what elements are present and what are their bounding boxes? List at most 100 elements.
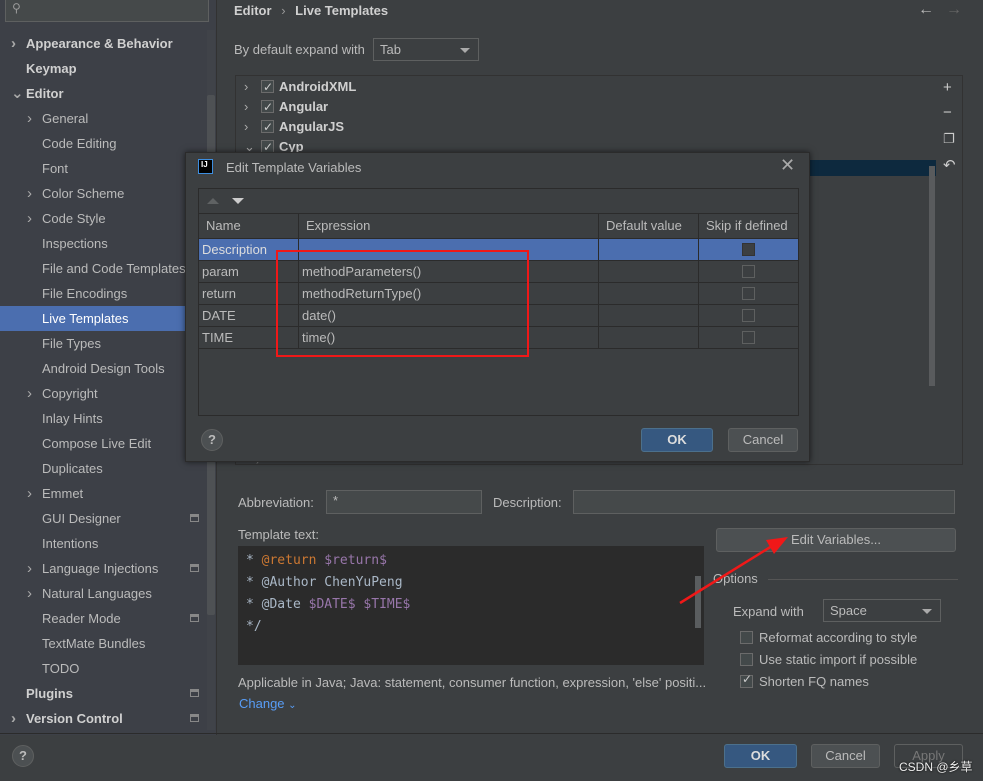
variable-name[interactable]: Description bbox=[199, 239, 299, 260]
sidebar-item-color-scheme[interactable]: › Color Scheme bbox=[0, 181, 207, 206]
variable-default-value[interactable] bbox=[599, 261, 699, 282]
chevron-right-icon[interactable]: › bbox=[27, 106, 32, 131]
sidebar-item-android-design-tools[interactable]: Android Design Tools bbox=[0, 356, 207, 381]
template-group-androidxml[interactable]: › AndroidXML bbox=[244, 77, 356, 97]
column-header-default[interactable]: Default value bbox=[599, 214, 699, 238]
dialog-help-button[interactable]: ? bbox=[201, 429, 223, 451]
sidebar-item-compose-live-edit[interactable]: Compose Live Edit bbox=[0, 431, 207, 456]
sidebar-item-textmate-bundles[interactable]: TextMate Bundles bbox=[0, 631, 207, 656]
sidebar-item-code-editing[interactable]: Code Editing bbox=[0, 131, 207, 156]
variable-default-value[interactable] bbox=[599, 283, 699, 304]
column-header-skip[interactable]: Skip if defined bbox=[699, 214, 799, 238]
skip-if-defined-checkbox[interactable] bbox=[742, 331, 755, 344]
move-up-icon[interactable] bbox=[207, 198, 219, 204]
variable-row[interactable]: return methodReturnType() bbox=[199, 283, 798, 305]
variable-row[interactable]: TIME time() bbox=[199, 327, 798, 349]
column-header-expression[interactable]: Expression bbox=[299, 214, 599, 238]
sidebar-item-inspections[interactable]: Inspections bbox=[0, 231, 207, 256]
back-arrow-icon[interactable]: ← bbox=[918, 1, 934, 19]
skip-if-defined-checkbox[interactable] bbox=[742, 287, 755, 300]
add-icon[interactable]: + bbox=[943, 79, 952, 96]
help-button[interactable]: ? bbox=[12, 745, 34, 767]
chevron-right-icon[interactable]: › bbox=[27, 556, 32, 581]
variable-default-value[interactable] bbox=[599, 327, 699, 348]
variable-name[interactable]: return bbox=[199, 283, 299, 304]
sidebar-item-plugins[interactable]: Plugins bbox=[0, 681, 207, 706]
variable-default-value[interactable] bbox=[599, 305, 699, 326]
variable-expression[interactable]: date() bbox=[299, 305, 599, 326]
tree-scrollbar[interactable] bbox=[929, 166, 935, 386]
ok-button[interactable]: OK bbox=[724, 744, 797, 768]
close-icon[interactable]: ✕ bbox=[780, 155, 795, 176]
change-contexts-link[interactable]: Change ⌄ bbox=[239, 696, 297, 711]
sidebar-item-inlay-hints[interactable]: Inlay Hints bbox=[0, 406, 207, 431]
group-checkbox[interactable] bbox=[261, 97, 274, 117]
group-checkbox[interactable] bbox=[261, 77, 274, 97]
chevron-icon[interactable]: › bbox=[244, 77, 261, 97]
option-shorten-fq-names[interactable]: Shorten FQ names bbox=[740, 672, 869, 689]
expand-with-select[interactable]: Space bbox=[823, 599, 941, 622]
option-checkbox[interactable] bbox=[740, 653, 753, 666]
editor-scrollbar[interactable] bbox=[695, 576, 701, 628]
variable-name[interactable]: param bbox=[199, 261, 299, 282]
description-input[interactable] bbox=[573, 490, 955, 514]
skip-if-defined-checkbox[interactable] bbox=[742, 265, 755, 278]
variable-name[interactable]: TIME bbox=[199, 327, 299, 348]
sidebar-item-natural-languages[interactable]: › Natural Languages bbox=[0, 581, 207, 606]
sidebar-item-live-templates[interactable]: Live Templates bbox=[0, 306, 207, 331]
sidebar-item-language-injections[interactable]: › Language Injections bbox=[0, 556, 207, 581]
template-text-editor[interactable]: * @return $return$ * @Author ChenYuPeng * … bbox=[238, 546, 704, 665]
template-group-angularjs[interactable]: › AngularJS bbox=[244, 117, 344, 137]
sidebar-item-code-style[interactable]: › Code Style bbox=[0, 206, 207, 231]
sidebar-item-intentions[interactable]: Intentions bbox=[0, 531, 207, 556]
chevron-right-icon[interactable]: › bbox=[11, 706, 16, 731]
expand-default-select[interactable]: Tab bbox=[373, 38, 479, 61]
chevron-down-icon[interactable]: ⌄ bbox=[11, 81, 24, 106]
sidebar-item-file-and-code-templates[interactable]: File and Code Templates bbox=[0, 256, 207, 281]
selected-tree-row[interactable] bbox=[796, 160, 936, 176]
chevron-right-icon[interactable]: › bbox=[27, 581, 32, 606]
sidebar-item-general[interactable]: › General bbox=[0, 106, 207, 131]
variable-expression[interactable]: methodParameters() bbox=[299, 261, 599, 282]
sidebar-item-version-control[interactable]: › Version Control bbox=[0, 706, 207, 731]
chevron-right-icon[interactable]: › bbox=[27, 181, 32, 206]
option-checkbox[interactable] bbox=[740, 631, 753, 644]
remove-icon[interactable]: − bbox=[943, 104, 952, 121]
column-header-name[interactable]: Name bbox=[199, 214, 299, 238]
edit-variables-button[interactable]: Edit Variables... bbox=[716, 528, 956, 552]
chevron-icon[interactable]: › bbox=[244, 97, 261, 117]
chevron-right-icon[interactable]: › bbox=[27, 206, 32, 231]
variable-expression[interactable]: methodReturnType() bbox=[299, 283, 599, 304]
skip-if-defined-checkbox[interactable] bbox=[742, 309, 755, 322]
sidebar-item-editor[interactable]: ⌄ Editor bbox=[0, 81, 207, 106]
sidebar-item-keymap[interactable]: Keymap bbox=[0, 56, 207, 81]
option-reformat-according-to-style[interactable]: Reformat according to style bbox=[740, 630, 917, 645]
copy-icon[interactable]: ❐ bbox=[943, 131, 955, 147]
variable-expression[interactable]: time() bbox=[299, 327, 599, 348]
sidebar-item-reader-mode[interactable]: Reader Mode bbox=[0, 606, 207, 631]
cancel-button[interactable]: Cancel bbox=[811, 744, 880, 768]
chevron-icon[interactable]: › bbox=[244, 117, 261, 137]
sidebar-item-file-encodings[interactable]: File Encodings bbox=[0, 281, 207, 306]
abbreviation-input[interactable]: * bbox=[326, 490, 482, 514]
variable-row[interactable]: DATE date() bbox=[199, 305, 798, 327]
variable-row[interactable]: param methodParameters() bbox=[199, 261, 798, 283]
breadcrumb-parent[interactable]: Editor bbox=[234, 3, 272, 18]
sidebar-item-duplicates[interactable]: Duplicates bbox=[0, 456, 207, 481]
sidebar-item-copyright[interactable]: › Copyright bbox=[0, 381, 207, 406]
chevron-right-icon[interactable]: › bbox=[11, 31, 16, 56]
chevron-right-icon[interactable]: › bbox=[27, 481, 32, 506]
sidebar-item-gui-designer[interactable]: GUI Designer bbox=[0, 506, 207, 531]
variable-name[interactable]: DATE bbox=[199, 305, 299, 326]
variable-default-value[interactable] bbox=[599, 239, 699, 260]
skip-if-defined-checkbox[interactable] bbox=[742, 243, 755, 256]
sidebar-item-appearance-behavior[interactable]: › Appearance & Behavior bbox=[0, 31, 207, 56]
variable-row[interactable]: Description bbox=[199, 239, 798, 261]
chevron-right-icon[interactable]: › bbox=[27, 381, 32, 406]
dialog-ok-button[interactable]: OK bbox=[641, 428, 713, 452]
variable-expression[interactable] bbox=[299, 239, 599, 260]
sidebar-item-emmet[interactable]: › Emmet bbox=[0, 481, 207, 506]
settings-search-input[interactable]: ⚲ bbox=[5, 0, 209, 22]
sidebar-item-todo[interactable]: TODO bbox=[0, 656, 207, 681]
template-group-angular[interactable]: › Angular bbox=[244, 97, 328, 117]
